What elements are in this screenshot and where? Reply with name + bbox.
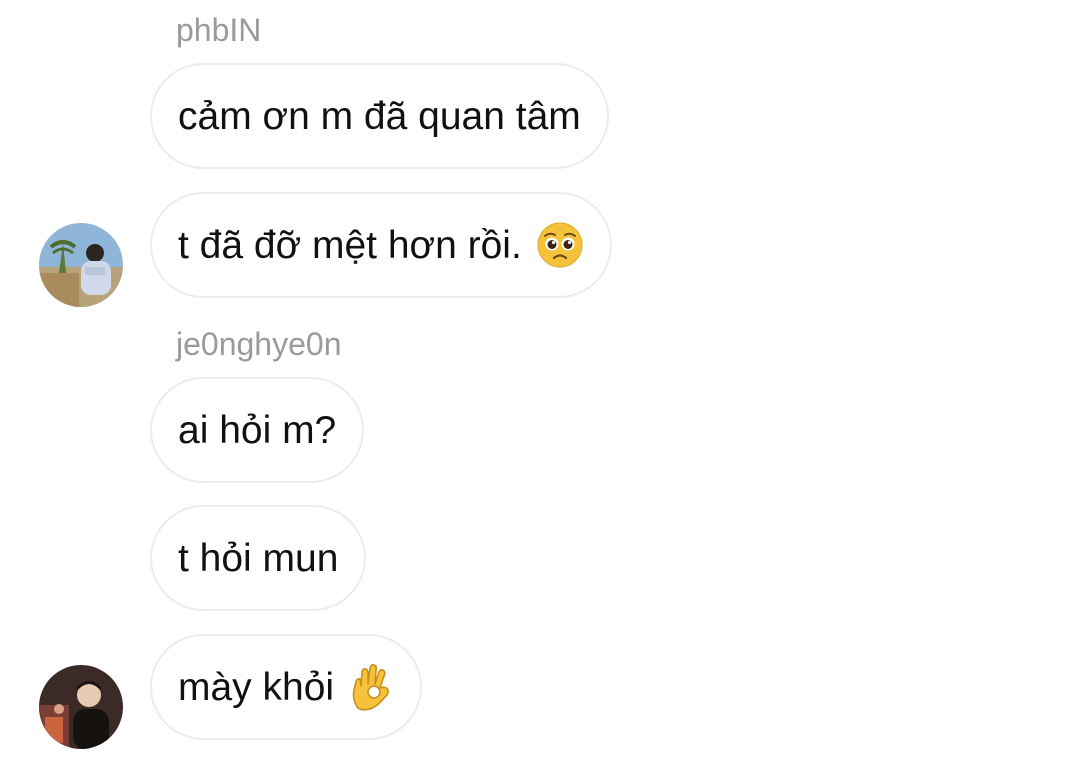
message-bubble[interactable]: mày khỏi <box>150 634 423 740</box>
pleading-face-icon <box>536 221 584 269</box>
sender-name-phbin: phbIN <box>176 12 262 48</box>
message-text: t hỏi mun <box>178 536 339 580</box>
message-bubble[interactable]: cảm ơn m đã quan tâm <box>150 63 609 169</box>
message-bubble[interactable]: ai hỏi m? <box>150 377 365 483</box>
message-text: t đã đỡ mệt hơn rồi. <box>178 223 522 267</box>
ok-hand-icon <box>348 662 394 712</box>
message-text: cảm ơn m đã quan tâm <box>178 94 581 138</box>
avatar[interactable] <box>39 223 123 307</box>
message-bubble[interactable]: t đã đỡ mệt hơn rồi. <box>150 192 612 298</box>
message-text: ai hỏi m? <box>178 408 337 452</box>
sender-name-je0nghye0n: je0nghye0n <box>176 326 342 362</box>
message-bubble[interactable]: t hỏi mun <box>150 505 367 611</box>
avatar[interactable] <box>39 665 123 749</box>
message-text: mày khỏi <box>178 665 335 709</box>
